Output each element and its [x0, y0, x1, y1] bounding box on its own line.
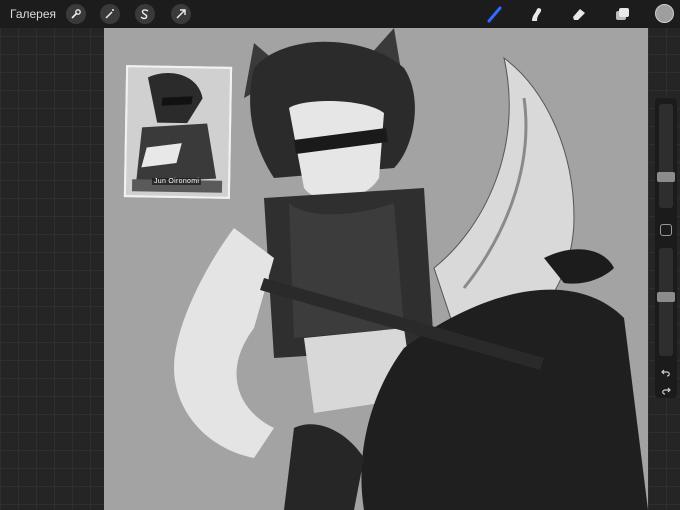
layers-icon [616, 8, 629, 20]
transform-arrow-icon [176, 9, 186, 19]
transform-button[interactable] [171, 4, 191, 24]
redo-icon [662, 387, 671, 395]
brush-tool-button[interactable] [485, 4, 505, 24]
undo-icon [661, 369, 670, 377]
color-picker-button[interactable] [655, 4, 674, 23]
eraser-icon [573, 9, 585, 20]
wrench-icon [71, 9, 81, 19]
side-controls [655, 98, 677, 398]
modifier-button[interactable] [660, 224, 672, 236]
opacity-thumb[interactable] [657, 292, 675, 303]
selection-s-icon [140, 9, 149, 20]
brush-size-slider[interactable] [659, 104, 673, 208]
top-toolbar: Галерея [0, 0, 680, 28]
adjustments-button[interactable] [100, 4, 120, 24]
brush-icon [487, 6, 502, 23]
gallery-button[interactable]: Галерея [10, 7, 56, 21]
layers-button[interactable] [612, 4, 632, 24]
smudge-tool-button[interactable] [527, 4, 547, 24]
smudge-icon [532, 8, 542, 21]
selection-button[interactable] [135, 4, 155, 24]
undo-button[interactable] [659, 366, 673, 380]
eraser-tool-button[interactable] [569, 4, 589, 24]
magic-wand-icon [105, 9, 114, 19]
reference-card-label: Jun Oironomi [152, 178, 202, 185]
redo-button[interactable] [659, 384, 673, 398]
brush-size-thumb[interactable] [657, 171, 675, 182]
actions-button[interactable] [66, 4, 86, 24]
